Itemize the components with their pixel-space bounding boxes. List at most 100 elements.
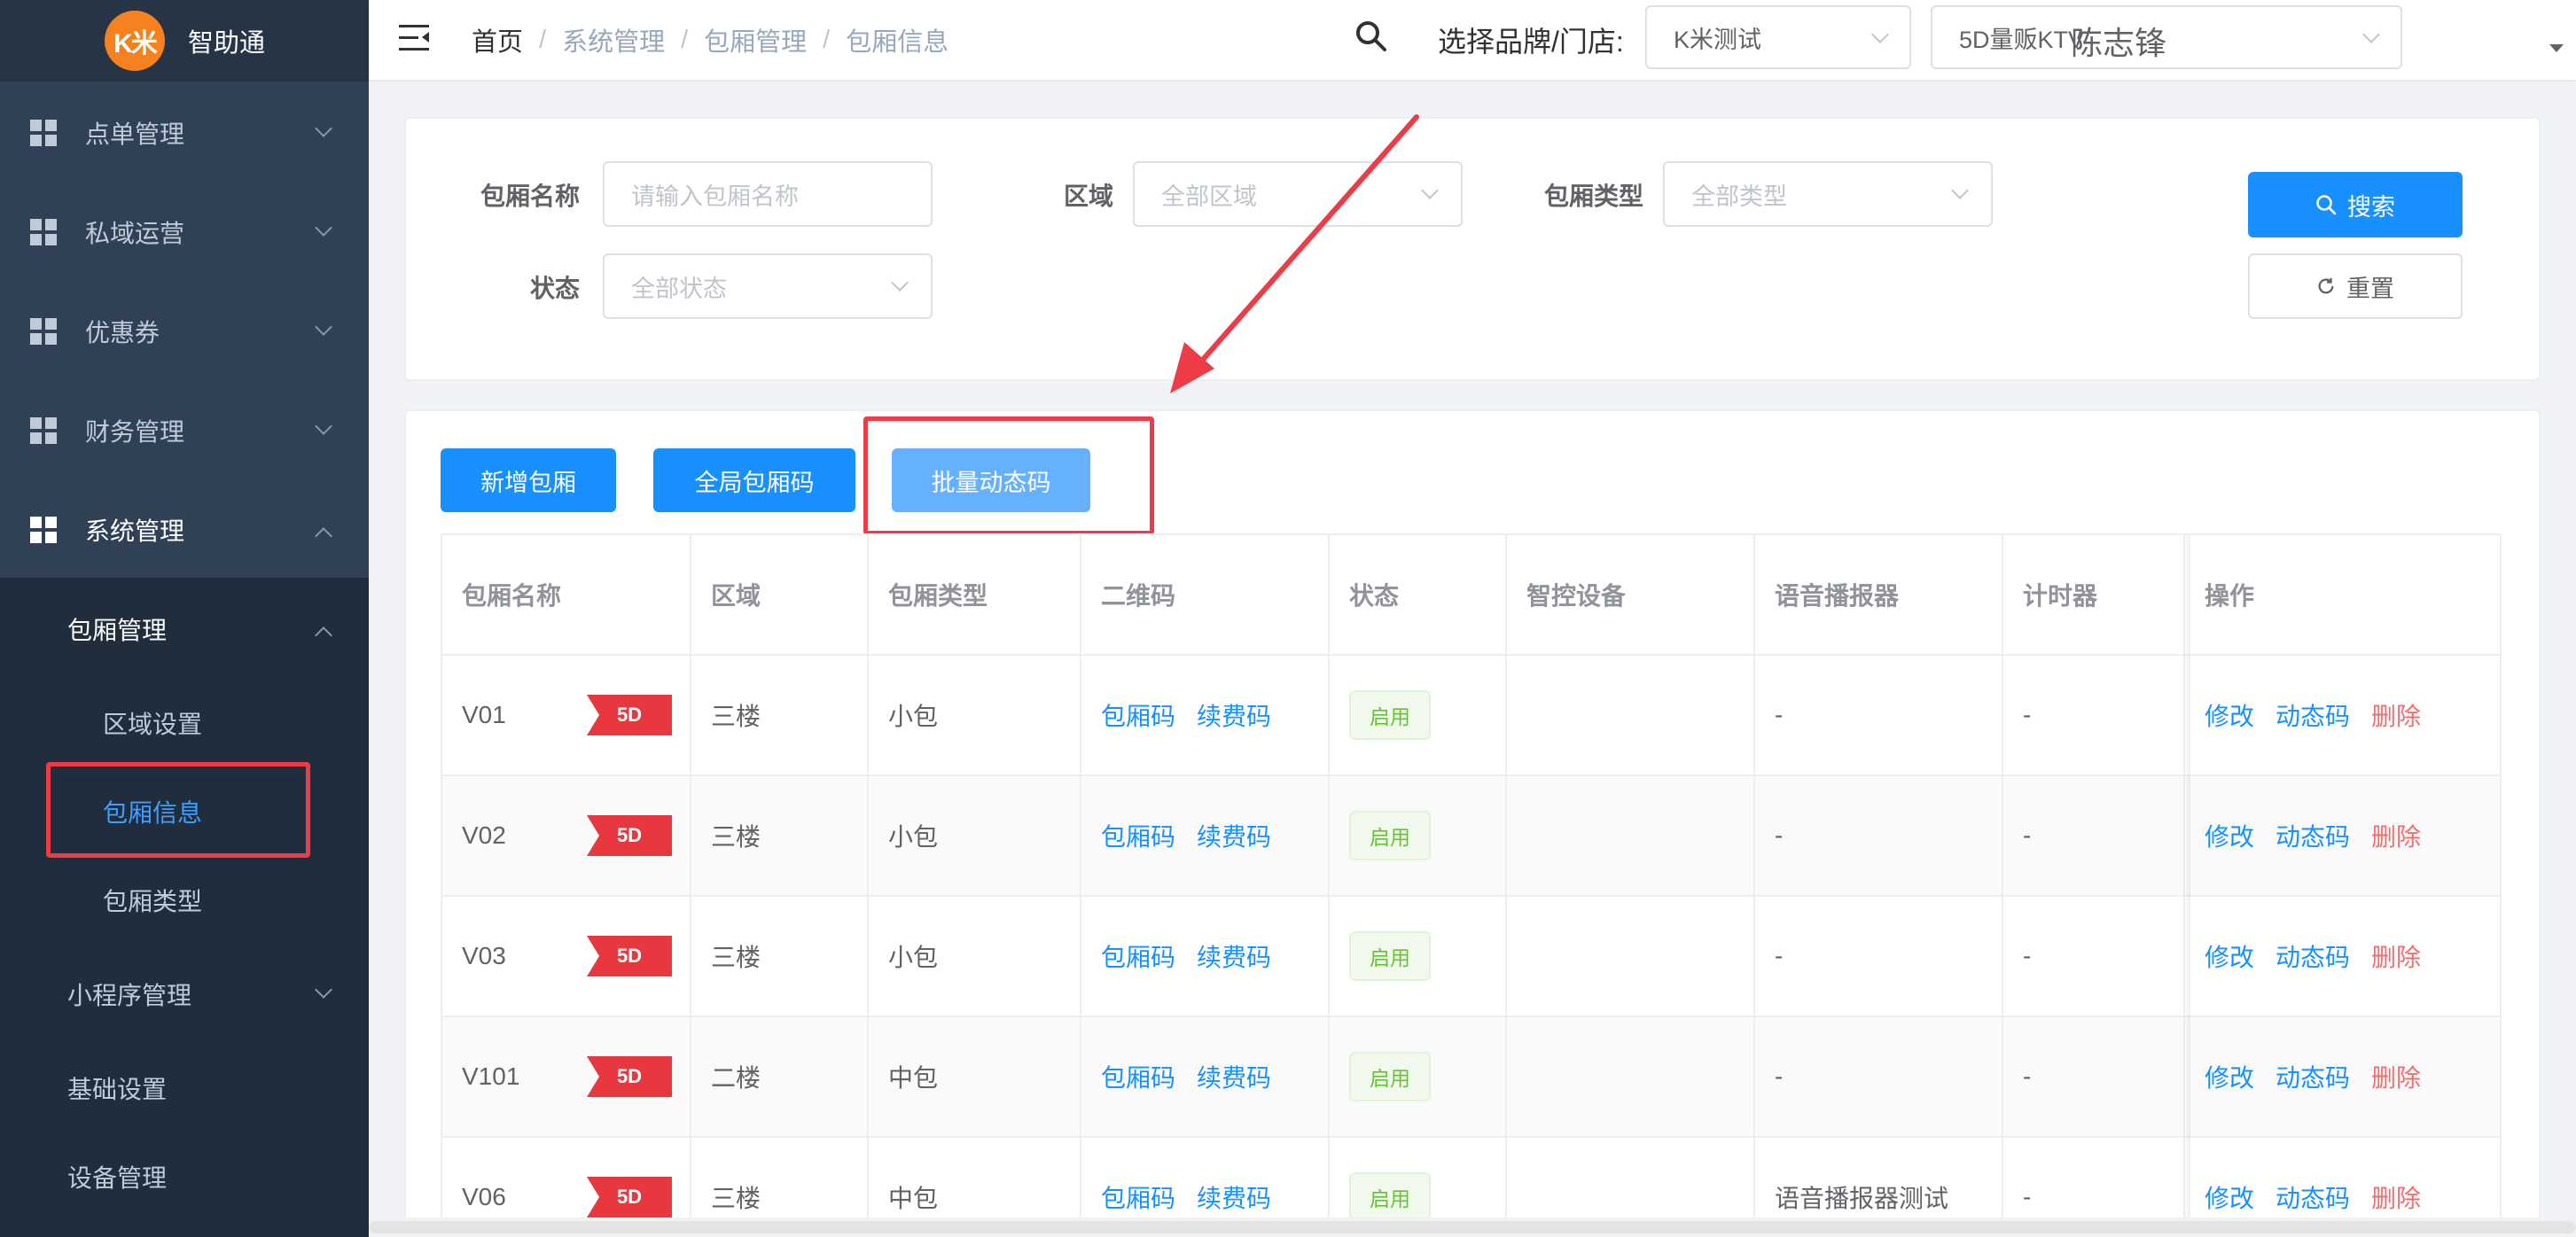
dynamic-code-link[interactable]: 动态码: [2275, 1059, 2350, 1094]
annotation-highlight-batch-code: [863, 416, 1154, 535]
room-code-link[interactable]: 包厢码: [1101, 697, 1175, 733]
chevron-down-icon: [315, 981, 332, 999]
chevron-down-icon: [891, 274, 909, 292]
global-room-code-button[interactable]: 全局包厢码: [653, 448, 855, 512]
edit-link[interactable]: 修改: [2205, 697, 2254, 733]
sidebar-item-finance[interactable]: 财务管理: [0, 381, 369, 480]
breadcrumb-home[interactable]: 首页: [472, 21, 523, 58]
dynamic-code-link[interactable]: 动态码: [2275, 697, 2350, 733]
cell-area: 三楼: [691, 897, 869, 1015]
delete-link[interactable]: 删除: [2371, 938, 2421, 974]
delete-link[interactable]: 删除: [2371, 818, 2421, 853]
add-room-button[interactable]: 新增包厢: [441, 448, 616, 512]
breadcrumb-room-management: 包厢管理: [704, 28, 808, 57]
edit-link[interactable]: 修改: [2205, 1179, 2254, 1215]
status-select[interactable]: 全部状态: [603, 253, 933, 319]
cell-room-type: 小包: [869, 897, 1081, 1015]
breadcrumb-system: 系统管理: [562, 28, 666, 57]
type-select[interactable]: 全部类型: [1663, 161, 1993, 227]
dynamic-code-link[interactable]: 动态码: [2275, 818, 2350, 853]
filter-type-label: 包厢类型: [1544, 183, 1644, 210]
menu-fold-icon[interactable]: [399, 25, 429, 51]
sidebar-item-miniprogram[interactable]: 小程序管理: [0, 950, 369, 1039]
timer-value: -: [2023, 701, 2032, 728]
sidebar-item-basic-settings[interactable]: 基础设置: [0, 1044, 369, 1132]
horizontal-scrollbar[interactable]: [369, 1218, 2576, 1237]
room-code-link[interactable]: 包厢码: [1101, 1059, 1175, 1094]
sidebar: K米 智助通 点单管理 私域运营 优惠券 财务管理 系统管理 包厢管理 区域设置…: [0, 0, 369, 1237]
sidebar-item-room-type[interactable]: 包厢类型: [0, 856, 369, 945]
chevron-up-icon: [315, 626, 332, 644]
grid-icon: [30, 517, 57, 543]
store-selector-label: 选择品牌/门店:: [1438, 26, 1624, 58]
refresh-icon: [2318, 277, 2334, 294]
delete-link[interactable]: 删除: [2371, 1059, 2421, 1094]
annotation-highlight-room-info: [46, 762, 310, 858]
edit-link[interactable]: 修改: [2205, 818, 2254, 853]
room-area: 三楼: [711, 703, 761, 730]
sidebar-item-order[interactable]: 点单管理: [0, 83, 369, 183]
cell-area: 二楼: [691, 1017, 869, 1136]
edit-link[interactable]: 修改: [2205, 1059, 2254, 1094]
cell-timer: -: [2003, 656, 2185, 774]
sidebar-item-area-settings[interactable]: 区域设置: [0, 679, 369, 767]
sidebar-item-coupons[interactable]: 优惠券: [0, 282, 369, 381]
sidebar-item-label: 区域设置: [103, 711, 203, 738]
search-button[interactable]: 搜索: [2248, 172, 2463, 237]
room-type: 小包: [888, 823, 939, 851]
grid-icon: [30, 318, 57, 345]
grid-icon: [30, 219, 57, 245]
delete-link[interactable]: 删除: [2371, 1179, 2421, 1215]
room-tag-badge: 5D: [587, 695, 672, 735]
cell-qrcode: 包厢码 续费码: [1081, 776, 1330, 895]
table-row: V101 5D 二楼 中包 包厢码 续费码 启用 - - 修改 动态码 删除: [442, 1017, 2500, 1138]
search-icon[interactable]: [1354, 19, 1388, 53]
col-room-name: 包厢名称: [442, 535, 691, 654]
room-code-link[interactable]: 包厢码: [1101, 1179, 1175, 1215]
area-select-placeholder: 全部区域: [1161, 183, 1257, 210]
col-actions: 操作: [2205, 582, 2255, 610]
col-status: 状态: [1330, 535, 1507, 654]
cell-smart-device: [1507, 897, 1755, 1015]
sidebar-item-label: 包厢管理: [67, 617, 168, 644]
sidebar-item-private-domain[interactable]: 私域运营: [0, 183, 369, 282]
user-name[interactable]: 陈志锋: [2071, 18, 2166, 64]
dynamic-code-link[interactable]: 动态码: [2275, 1179, 2350, 1215]
sidebar-item-system[interactable]: 系统管理: [0, 480, 369, 580]
renew-code-link[interactable]: 续费码: [1197, 818, 1271, 853]
dynamic-code-link[interactable]: 动态码: [2275, 938, 2350, 974]
edit-link[interactable]: 修改: [2205, 938, 2254, 974]
voice-broadcaster-value: -: [1775, 821, 1784, 849]
cell-room-type: 小包: [869, 776, 1081, 895]
status-badge: 启用: [1349, 931, 1431, 981]
chevron-down-icon: [1951, 182, 1969, 199]
room-code-link[interactable]: 包厢码: [1101, 818, 1175, 853]
room-type: 中包: [888, 1185, 939, 1212]
filter-card: 包厢名称 请输入包厢名称 区域 全部区域 包厢类型 全部类型 状态 全部状态 搜…: [404, 117, 2541, 381]
renew-code-link[interactable]: 续费码: [1197, 1179, 1271, 1215]
reset-button-label: 重置: [2346, 275, 2394, 302]
brand-select[interactable]: K米测试: [1645, 5, 1911, 69]
area-select[interactable]: 全部区域: [1133, 161, 1463, 227]
cell-qrcode: 包厢码 续费码: [1081, 897, 1330, 1015]
col-smart-device: 智控设备: [1507, 535, 1755, 654]
renew-code-link[interactable]: 续费码: [1197, 1059, 1271, 1094]
sidebar-item-device-management[interactable]: 设备管理: [0, 1132, 369, 1221]
renew-code-link[interactable]: 续费码: [1197, 938, 1271, 974]
sidebar-item-label: 私域运营: [85, 220, 185, 247]
fixed-column-shadow: [2183, 535, 2190, 1235]
chevron-up-icon: [315, 527, 332, 545]
delete-link[interactable]: 删除: [2371, 697, 2421, 733]
renew-code-link[interactable]: 续费码: [1197, 697, 1271, 733]
room-code-link[interactable]: 包厢码: [1101, 938, 1175, 974]
room-name-input[interactable]: 请输入包厢名称: [603, 161, 933, 227]
chevron-down-icon: [2362, 26, 2380, 43]
room-name: V02: [462, 821, 506, 849]
sidebar-item-room-management[interactable]: 包厢管理: [0, 585, 369, 673]
reset-button[interactable]: 重置: [2248, 253, 2463, 319]
col-area: 区域: [691, 535, 869, 654]
col-room-type: 包厢类型: [869, 535, 1081, 654]
caret-down-icon[interactable]: [2549, 44, 2564, 52]
grid-icon: [30, 120, 57, 146]
col-qrcode: 二维码: [1081, 535, 1330, 654]
